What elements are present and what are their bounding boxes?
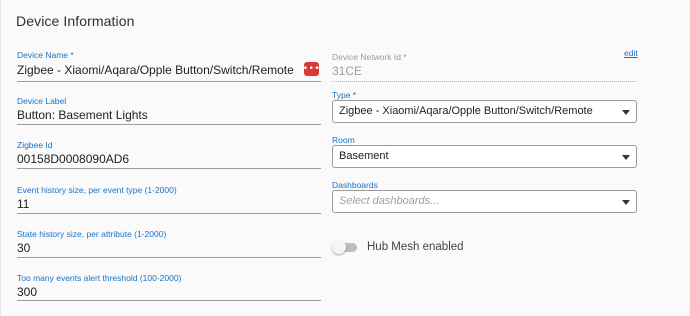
zigbee-id-input[interactable]: 00158D0008090AD6 [17,152,129,166]
hub-mesh-toggle[interactable] [332,240,357,254]
device-name-label: Device Name * [17,50,74,60]
dashboards-select-placeholder: Select dashboards... [339,195,440,207]
type-select[interactable]: Zigbee - Xiaomi/Aqara/Opple Button/Switc… [332,100,637,123]
event-history-label: Event history size, per event type (1-20… [17,185,177,195]
device-label-label: Device Label [17,96,67,106]
network-id-edit-link[interactable]: edit [624,48,638,58]
state-history-input[interactable]: 30 [17,241,30,255]
zigbee-id-label: Zigbee Id [17,140,53,150]
device-information-card: Device Information Device Name * Zigbee … [0,0,690,316]
room-select[interactable]: Basement [332,145,637,168]
dashboards-select[interactable]: Select dashboards... [332,190,637,213]
device-label-underline [17,124,321,125]
state-history-label: State history size, per attribute (1-200… [17,229,167,239]
toggle-knob [332,240,346,254]
event-history-input[interactable]: 11 [17,197,29,211]
hub-mesh-label: Hub Mesh enabled [367,241,464,253]
chevron-down-icon [622,200,630,205]
network-id-underline [332,81,637,82]
type-label: Type * [332,90,357,100]
section-title: Device Information [16,13,135,29]
state-history-underline [17,257,321,258]
device-name-input[interactable]: Zigbee - Xiaomi/Aqara/Opple Button/Switc… [17,63,294,77]
device-name-underline [17,81,321,82]
alert-threshold-label: Too many events alert threshold (100-200… [17,273,182,283]
zigbee-id-underline [17,168,321,169]
device-name-menu-button[interactable]: ••• [302,62,321,76]
room-select-value: Basement [339,150,389,162]
event-history-underline [17,213,321,214]
room-label: Room [332,135,355,145]
device-label-input[interactable]: Button: Basement Lights [17,108,148,122]
network-id-label: Device Network Id * [332,52,407,62]
dashboards-label: Dashboards [332,180,378,190]
ellipsis-icon: ••• [302,63,321,74]
alert-threshold-underline [17,300,321,301]
alert-threshold-input[interactable]: 300 [17,285,37,299]
network-id-input: 31CE [332,64,363,78]
chevron-down-icon [622,155,630,160]
chevron-down-icon [622,110,630,115]
type-select-value: Zigbee - Xiaomi/Aqara/Opple Button/Switc… [339,105,593,117]
